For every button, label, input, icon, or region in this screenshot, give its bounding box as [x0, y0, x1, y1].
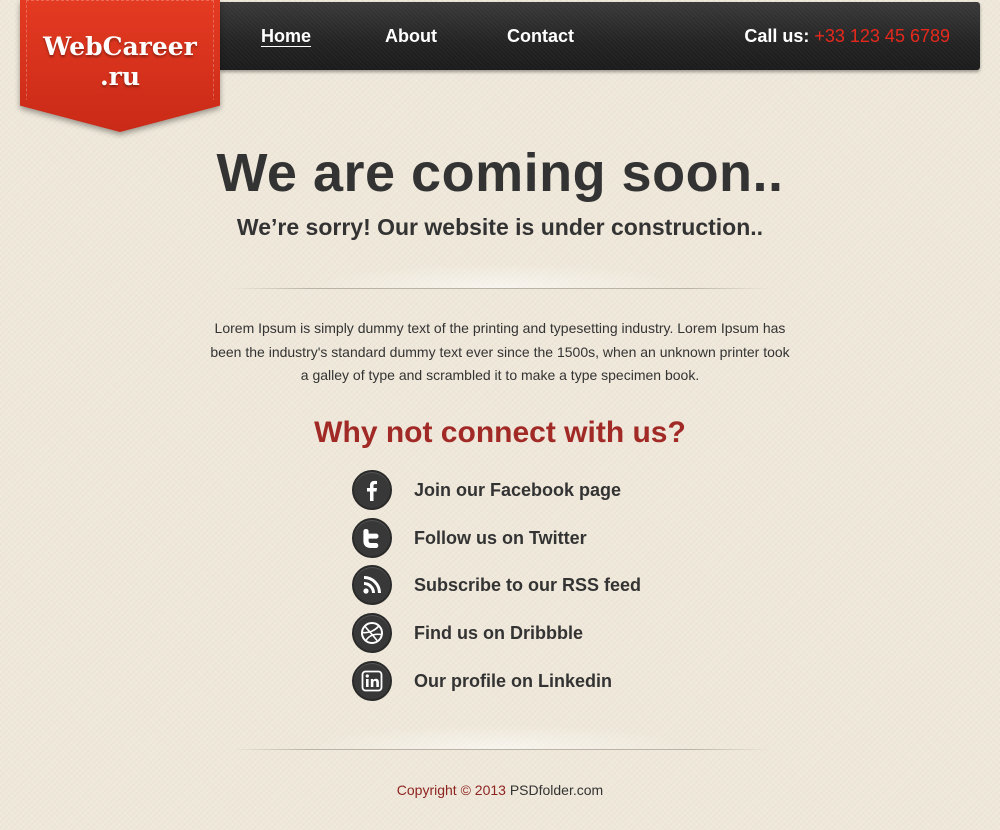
facebook-link-label: Join our Facebook page [414, 479, 622, 500]
facebook-link[interactable]: Join our Facebook page [352, 470, 682, 510]
nav-about-link[interactable]: About [385, 26, 437, 47]
dribbble-icon [352, 613, 392, 653]
rss-link-label: Subscribe to our RSS feed [414, 574, 642, 595]
linkedin-link-label: Our profile on Linkedin [414, 670, 612, 691]
footer-site-link[interactable]: PSDfolder.com [510, 782, 603, 798]
site-logo[interactable]: WebCareer .ru [20, 0, 220, 132]
rss-icon [352, 565, 392, 605]
dribbble-link[interactable]: Find us on Dribbble [352, 613, 682, 653]
linkedin-link[interactable]: Our profile on Linkedin [352, 661, 682, 701]
dribbble-link-label: Find us on Dribbble [414, 622, 583, 643]
rss-link[interactable]: Subscribe to our RSS feed [352, 565, 682, 605]
call-us: Call us: +33 123 45 6789 [744, 26, 950, 47]
twitter-icon [352, 518, 392, 558]
facebook-icon [352, 470, 392, 510]
intro-paragraph: Lorem Ipsum is simply dummy text of the … [210, 320, 790, 383]
page-headline: We are coming soon.. [216, 143, 784, 203]
page-subheadline: We’re sorry! Our website is under constr… [236, 214, 764, 240]
linkedin-icon [352, 661, 392, 701]
footer: Copyright © 2013 PSDfolder.com [0, 782, 1000, 798]
header-bar: Home About Contact Call us: +33 123 45 6… [220, 2, 980, 70]
logo-text-line1: WebCareer [43, 32, 197, 61]
twitter-link-label: Follow us on Twitter [414, 527, 587, 548]
divider-bottom [230, 725, 770, 750]
divider-top [230, 264, 770, 289]
call-us-label: Call us: [744, 26, 810, 46]
twitter-link[interactable]: Follow us on Twitter [352, 518, 682, 558]
nav-contact-link[interactable]: Contact [507, 26, 574, 47]
phone-number: +33 123 45 6789 [814, 26, 950, 46]
copyright-text: Copyright © 2013 [396, 782, 506, 798]
connect-heading: Why not connect with us? [314, 416, 686, 449]
nav-home-link[interactable]: Home [261, 26, 311, 47]
logo-text-line2: .ru [99, 62, 141, 91]
